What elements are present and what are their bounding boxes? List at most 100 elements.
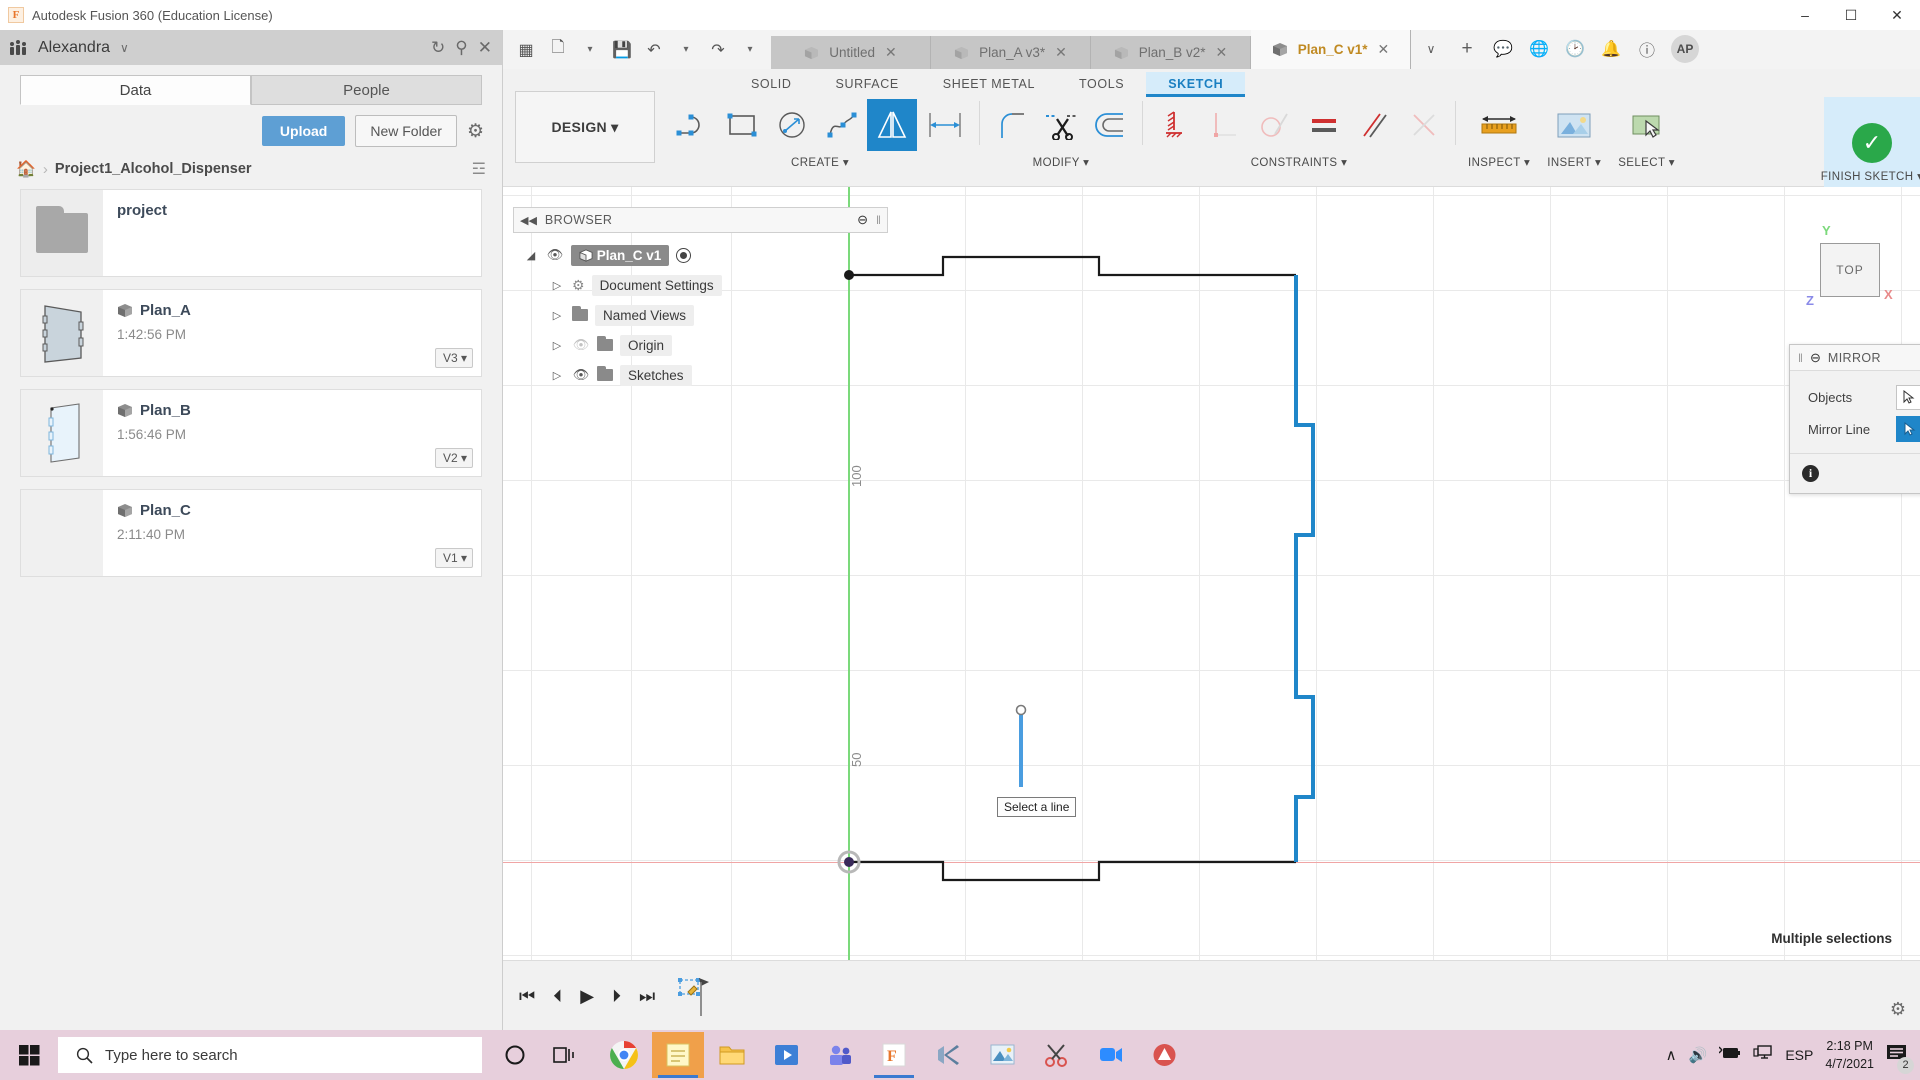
coincident-icon[interactable]: [1399, 99, 1449, 151]
doc-tab-close-icon[interactable]: ✕: [1216, 44, 1228, 61]
activate-radio-icon[interactable]: [676, 247, 692, 263]
expand-arrow-icon[interactable]: ▷: [549, 279, 565, 292]
visibility-eye-icon[interactable]: 👁: [572, 367, 590, 383]
tab-surface[interactable]: SURFACE: [814, 72, 921, 97]
doc-tab-untitled[interactable]: Untitled ✕: [771, 36, 931, 69]
status-settings-gear-icon[interactable]: ⚙: [1890, 999, 1906, 1020]
tab-data[interactable]: Data: [20, 75, 251, 105]
expand-arrow-icon[interactable]: ▷: [549, 309, 565, 322]
trim-icon[interactable]: [1036, 99, 1086, 151]
new-file-caret[interactable]: ▾: [575, 36, 605, 63]
timeline-next-button[interactable]: ⏵: [608, 986, 625, 1007]
timeline-play-button[interactable]: ▶: [576, 986, 598, 1007]
team-name[interactable]: Alexandra: [38, 39, 110, 57]
visibility-eye-off-icon[interactable]: 👁: [572, 337, 590, 353]
redo-icon[interactable]: ↷: [703, 36, 733, 63]
avatar[interactable]: AP: [1671, 35, 1699, 63]
mirror-minimize-icon[interactable]: ⊖: [1810, 350, 1821, 366]
browser-collapse-icon[interactable]: ◀◀: [520, 214, 537, 227]
list-item-plan-a[interactable]: Plan_A 1:42:56 PM V3 ▾: [20, 289, 482, 377]
insert-image-icon[interactable]: [1546, 99, 1602, 151]
file-explorer-icon[interactable]: [706, 1032, 758, 1078]
fusion2-icon[interactable]: [1138, 1032, 1190, 1078]
snip-icon[interactable]: [1030, 1032, 1082, 1078]
offset-icon[interactable]: [1086, 99, 1136, 151]
notification-icon[interactable]: 🔔: [1595, 35, 1627, 63]
visibility-eye-icon[interactable]: 👁: [546, 247, 564, 263]
new-file-icon[interactable]: 🗋: [543, 36, 573, 63]
offset-dimension-icon[interactable]: [917, 99, 973, 151]
doc-tab-close-icon[interactable]: ✕: [1378, 41, 1390, 58]
expand-arrow-icon[interactable]: ◢: [523, 249, 539, 262]
photos-icon[interactable]: [976, 1032, 1028, 1078]
doc-tab-plan-a[interactable]: Plan_A v3* ✕: [931, 36, 1091, 69]
browser-grip-icon[interactable]: ‖: [876, 213, 881, 227]
battery-icon[interactable]: [1718, 1046, 1741, 1064]
speaker-icon[interactable]: 🔊: [1689, 1046, 1708, 1064]
info-icon[interactable]: i: [1802, 465, 1819, 482]
tree-node-document-settings[interactable]: ▷ ⚙ Document Settings: [513, 270, 888, 300]
mirror-line-select-button[interactable]: Select: [1896, 416, 1920, 442]
list-item-plan-b[interactable]: Plan_B 1:56:46 PM V2 ▾: [20, 389, 482, 477]
browser-minimize-icon[interactable]: ⊖: [857, 212, 868, 228]
add-tab-icon[interactable]: +: [1451, 35, 1483, 63]
minimize-button[interactable]: –: [1782, 0, 1828, 30]
chrome-icon[interactable]: [598, 1032, 650, 1078]
mirror-icon[interactable]: [867, 99, 917, 151]
save-icon[interactable]: 💾: [607, 36, 637, 63]
tray-expand-chevron-icon[interactable]: ∧: [1666, 1046, 1677, 1064]
recent-icon[interactable]: 🕑: [1559, 35, 1591, 63]
home-icon[interactable]: 🏠: [16, 159, 36, 179]
fix-icon[interactable]: [1149, 99, 1199, 151]
fillet-icon[interactable]: [986, 99, 1036, 151]
language-indicator[interactable]: ESP: [1785, 1047, 1813, 1063]
search-icon[interactable]: ⚲: [455, 38, 467, 58]
expand-arrow-icon[interactable]: ▷: [549, 369, 565, 382]
upload-button[interactable]: Upload: [261, 116, 346, 146]
mirror-grip-icon[interactable]: ‖: [1798, 351, 1803, 365]
teams-icon[interactable]: [814, 1032, 866, 1078]
rectangle-icon[interactable]: [717, 99, 767, 151]
media-player-icon[interactable]: [760, 1032, 812, 1078]
taskbar-search-input[interactable]: Type here to search: [58, 1037, 482, 1073]
fusion-icon[interactable]: F: [868, 1032, 920, 1078]
tangent-icon[interactable]: [1249, 99, 1299, 151]
sketch-canvas[interactable]: 100 50 -50 Select a line: [503, 187, 1920, 1030]
web-icon[interactable]: 🌐: [1523, 35, 1555, 63]
perpendicular-icon[interactable]: [1199, 99, 1249, 151]
tab-tools[interactable]: TOOLS: [1057, 72, 1146, 97]
design-workspace-selector[interactable]: DESIGN ▾: [515, 91, 655, 163]
tree-node-plan-c[interactable]: ◢ 👁 Plan_C v1: [513, 240, 888, 270]
group-label-constraints[interactable]: CONSTRAINTS ▾: [1251, 155, 1348, 169]
circle-icon[interactable]: [767, 99, 817, 151]
sticky-notes-icon[interactable]: [652, 1032, 704, 1078]
group-label-modify[interactable]: MODIFY ▾: [1033, 155, 1090, 169]
new-folder-button[interactable]: New Folder: [355, 115, 457, 147]
doc-tab-plan-c[interactable]: Plan_C v1* ✕: [1251, 30, 1411, 69]
select-icon[interactable]: [1619, 99, 1675, 151]
comment-icon[interactable]: 💬: [1487, 35, 1519, 63]
cortana-icon[interactable]: [492, 1032, 538, 1078]
tree-node-sketches[interactable]: ▷ 👁 Sketches: [513, 360, 888, 390]
measure-icon[interactable]: [1471, 99, 1527, 151]
timeline-prev-button[interactable]: ⏴: [549, 986, 566, 1007]
version-badge[interactable]: V1 ▾: [434, 548, 473, 568]
team-dropdown-icon[interactable]: ∨: [120, 41, 129, 55]
doc-tab-close-icon[interactable]: ✕: [885, 44, 897, 61]
help-icon[interactable]: ⓘ: [1631, 35, 1663, 63]
tab-list-dropdown-icon[interactable]: ∨: [1415, 35, 1447, 63]
close-panel-icon[interactable]: ✕: [478, 38, 492, 58]
expand-arrow-icon[interactable]: ▷: [549, 339, 565, 352]
list-item-plan-c[interactable]: Plan_C 2:11:40 PM V1 ▾: [20, 489, 482, 577]
taskbar-clock[interactable]: 2:18 PM 4/7/2021: [1825, 1037, 1874, 1073]
tab-sketch[interactable]: SKETCH: [1146, 72, 1246, 97]
version-badge[interactable]: V3 ▾: [434, 348, 473, 368]
tab-solid[interactable]: SOLID: [729, 72, 814, 97]
version-badge[interactable]: V2 ▾: [434, 448, 473, 468]
redo-caret[interactable]: ▾: [735, 36, 765, 63]
tree-node-named-views[interactable]: ▷ Named Views: [513, 300, 888, 330]
finish-sketch-button[interactable]: ✓ FINISH SKETCH ▾: [1821, 97, 1920, 187]
timeline-first-button[interactable]: ⏮: [515, 986, 539, 1007]
app-grid-icon[interactable]: ▦: [511, 36, 541, 63]
mirror-objects-selection[interactable]: 9 selected: [1896, 384, 1920, 410]
